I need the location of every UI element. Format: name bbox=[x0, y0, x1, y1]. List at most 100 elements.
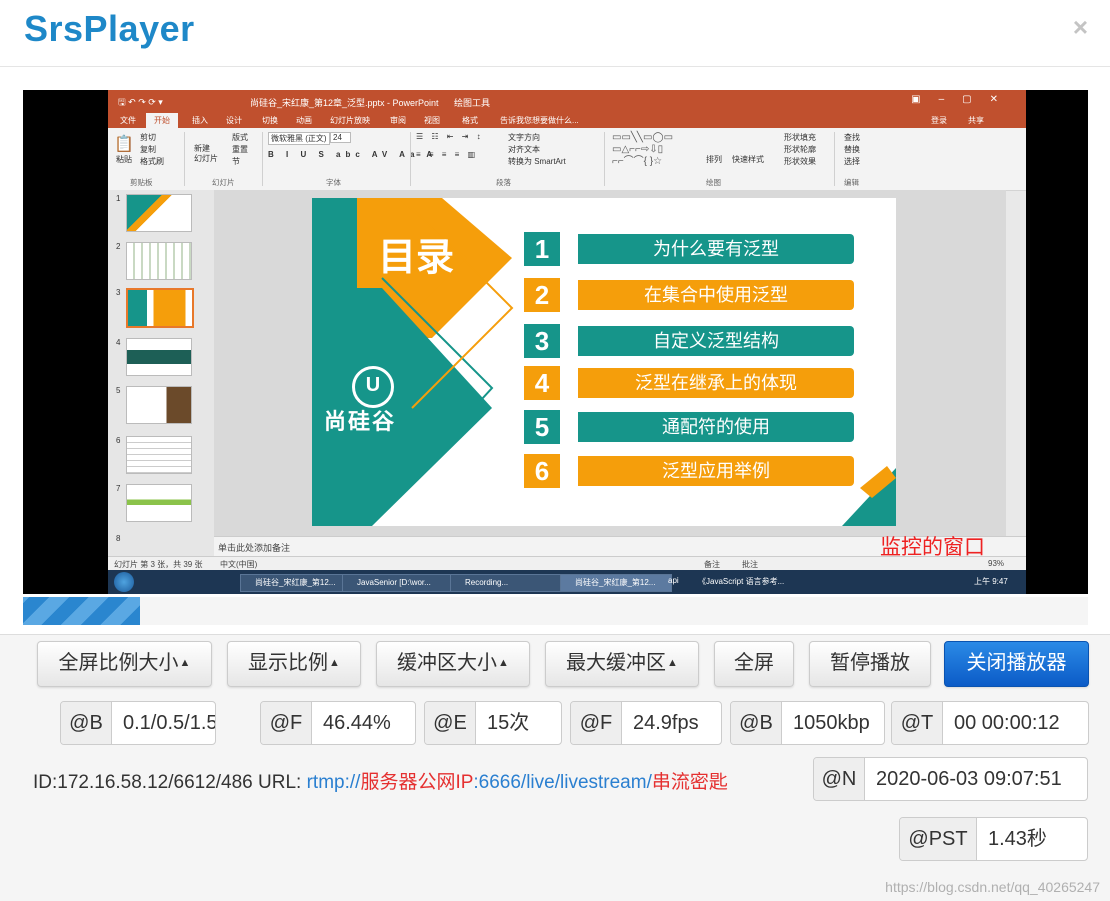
ribbon-sep bbox=[184, 132, 185, 186]
toc-item: 自定义泛型结构 bbox=[578, 326, 854, 356]
stat-value: 00 00:00:12 bbox=[954, 712, 1060, 734]
ppt-tab: 幻灯片放映 bbox=[330, 116, 370, 125]
ppt-tell-me: 告诉我您想要做什么... bbox=[500, 116, 579, 125]
stat-key: @B bbox=[61, 702, 112, 744]
video-frame-powerpoint: 🖫 ↶ ↷ ⟳ ▾ 尚硅谷_宋红康_第12章_泛型.pptx - PowerPo… bbox=[108, 90, 1026, 594]
ppt-tab: 插入 bbox=[192, 116, 208, 125]
stream-id: ID:172.16.58.12/6612/486 URL: bbox=[33, 772, 307, 793]
save-icon: 🖫 ↶ ↷ ⟳ ▾ bbox=[118, 97, 163, 107]
close-icon[interactable]: × bbox=[1073, 12, 1088, 43]
ribbon-sep bbox=[834, 132, 835, 186]
ribbon-quick-styles: 快速样式 bbox=[732, 155, 764, 164]
ribbon-smartart: 转换为 SmartArt bbox=[508, 157, 566, 166]
stat-box: @E 15次 bbox=[424, 701, 562, 745]
max-buffer-button[interactable]: 最大缓冲区▲ bbox=[545, 641, 699, 687]
ribbon-group-editing: 编辑 bbox=[844, 178, 859, 187]
slide-canvas: 目录 U 尚硅谷 1 为什么要有泛型 2 在集合中使用泛型 3 自定义泛型结构 4 泛型在继承… bbox=[312, 198, 896, 526]
fullscreen-button[interactable]: 全屏 bbox=[714, 641, 794, 687]
slide-thumbnail-selected bbox=[126, 288, 194, 328]
stat-box: @F 46.44% bbox=[260, 701, 416, 745]
thumb-number: 3 bbox=[116, 288, 121, 297]
ribbon-text-dir: 文字方向 bbox=[508, 133, 540, 142]
windows-taskbar: 尚硅谷_宋红康_第12... JavaSenior [D:\wor... Rec… bbox=[108, 570, 1026, 594]
thumb-number: 7 bbox=[116, 484, 121, 493]
buffer-progress bbox=[23, 597, 1088, 625]
ribbon-align-text: 对齐文本 bbox=[508, 145, 540, 154]
stat-value: 1.43秒 bbox=[988, 828, 1047, 850]
monitored-window-label: 监控的窗口 bbox=[880, 536, 985, 559]
ribbon-new-slide: 新建 幻灯片 bbox=[194, 144, 218, 163]
thumb-number: 4 bbox=[116, 338, 121, 347]
ribbon-paragraph-icons: ☰ ☷ ⇤ ⇥ ↕ bbox=[416, 132, 484, 141]
start-button bbox=[114, 572, 134, 592]
toc-number: 3 bbox=[524, 324, 560, 358]
ribbon-format-painter: 格式刷 bbox=[140, 157, 164, 166]
stat-key: @E bbox=[425, 702, 476, 744]
ppt-share: 共享 bbox=[968, 116, 984, 125]
ribbon-group-clipboard: 剪贴板 bbox=[130, 178, 153, 187]
ribbon-sep bbox=[604, 132, 605, 186]
display-ratio-button[interactable]: 显示比例▲ bbox=[227, 641, 361, 687]
toc-item: 通配符的使用 bbox=[578, 412, 854, 442]
ppt-tabs: 文件 开始 插入 设计 切换 动画 幻灯片放映 审阅 视图 格式 告诉我您想要做… bbox=[108, 112, 1026, 128]
stream-key: 串流密匙 bbox=[651, 772, 728, 793]
stream-server-ip: 服务器公网IP bbox=[360, 772, 474, 793]
ribbon-group-slides: 幻灯片 bbox=[212, 178, 235, 187]
fullscreen-ratio-button[interactable]: 全屏比例大小▲ bbox=[37, 641, 212, 687]
ribbon-select: 选择 bbox=[844, 157, 860, 166]
ribbon-replace: 替换 bbox=[844, 145, 860, 154]
ribbon-shape-fill: 形状填充 bbox=[784, 133, 816, 142]
ppt-tab: 格式 bbox=[462, 116, 478, 125]
slide-editor: 目录 U 尚硅谷 1 为什么要有泛型 2 在集合中使用泛型 3 自定义泛型结构 4 泛型在继承… bbox=[214, 190, 1006, 536]
slide-thumbnails: 1 2 3 4 5 6 7 8 bbox=[108, 190, 214, 560]
taskbar-item: 《JavaScript 语言参考... bbox=[698, 577, 785, 586]
ppt-tab: 切换 bbox=[262, 116, 278, 125]
toc-item: 为什么要有泛型 bbox=[578, 234, 854, 264]
stat-value: 15次 bbox=[487, 712, 530, 734]
ppt-tab: 动画 bbox=[296, 116, 312, 125]
caret-up-icon: ▲ bbox=[179, 657, 191, 669]
button-label: 最大缓冲区 bbox=[566, 652, 667, 674]
buffer-progress-fill bbox=[23, 597, 141, 625]
ribbon-group-paragraph: 段落 bbox=[496, 178, 511, 187]
toc-number: 1 bbox=[524, 232, 560, 266]
modal-header: SrsPlayer × bbox=[0, 0, 1110, 67]
toc-item: 泛型应用举例 bbox=[578, 456, 854, 486]
caret-up-icon: ▲ bbox=[667, 657, 678, 669]
ribbon-section: 节 bbox=[232, 157, 240, 166]
ppt-titlebar: 🖫 ↶ ↷ ⟳ ▾ 尚硅谷_宋红康_第12章_泛型.pptx - PowerPo… bbox=[108, 90, 1026, 112]
stat-value: 2020-06-03 09:07:51 bbox=[876, 768, 1062, 790]
slide-thumbnail bbox=[126, 386, 192, 424]
close-player-button[interactable]: 关闭播放器 bbox=[944, 641, 1089, 687]
brand-logo: U bbox=[352, 366, 394, 408]
buffer-size-button[interactable]: 缓冲区大小▲ bbox=[376, 641, 530, 687]
button-label: 显示比例 bbox=[248, 652, 329, 674]
taskbar-item: api bbox=[668, 576, 679, 585]
ribbon-reset: 重置 bbox=[232, 145, 248, 154]
button-label: 全屏比例大小 bbox=[58, 652, 179, 674]
thumb-number: 5 bbox=[116, 386, 121, 395]
pause-button[interactable]: 暂停播放 bbox=[809, 641, 931, 687]
ppt-tab-active: 开始 bbox=[146, 113, 178, 128]
stat-key: @PST bbox=[900, 818, 977, 860]
stat-box: @F 24.9fps bbox=[570, 701, 722, 745]
thumb-number: 1 bbox=[116, 194, 121, 203]
stream-url-path[interactable]: :6666/live/livestream/ bbox=[473, 772, 651, 793]
taskbar-clock: 上午 9:47 bbox=[974, 577, 1008, 586]
window-controls: ▣–▢✕ bbox=[911, 94, 1016, 105]
ribbon-group-font: 字体 bbox=[326, 178, 341, 187]
stream-url-scheme[interactable]: rtmp:// bbox=[307, 772, 361, 793]
ribbon-paste: 粘贴 bbox=[116, 155, 132, 164]
notes-placeholder: 单击此处添加备注 bbox=[218, 543, 291, 553]
status-zoom: 93% bbox=[988, 559, 1005, 568]
video-player[interactable]: 🖫 ↶ ↷ ⟳ ▾ 尚硅谷_宋红康_第12章_泛型.pptx - PowerPo… bbox=[23, 90, 1088, 594]
ribbon-shape-outline: 形状轮廓 bbox=[784, 145, 816, 154]
stat-value: 46.44% bbox=[323, 712, 391, 734]
toc-item: 泛型在继承上的体现 bbox=[578, 368, 854, 398]
stat-box: @B 1050kbp bbox=[730, 701, 885, 745]
toc-number: 6 bbox=[524, 454, 560, 488]
toc-number: 4 bbox=[524, 366, 560, 400]
stat-value: 1050kbp bbox=[793, 712, 870, 734]
player-modal: SrsPlayer × 🖫 ↶ ↷ ⟳ ▾ 尚硅谷_宋红康_第12章_泛型.pp… bbox=[0, 0, 1110, 901]
taskbar-item: 尚硅谷_宋红康_第12... bbox=[560, 574, 672, 592]
